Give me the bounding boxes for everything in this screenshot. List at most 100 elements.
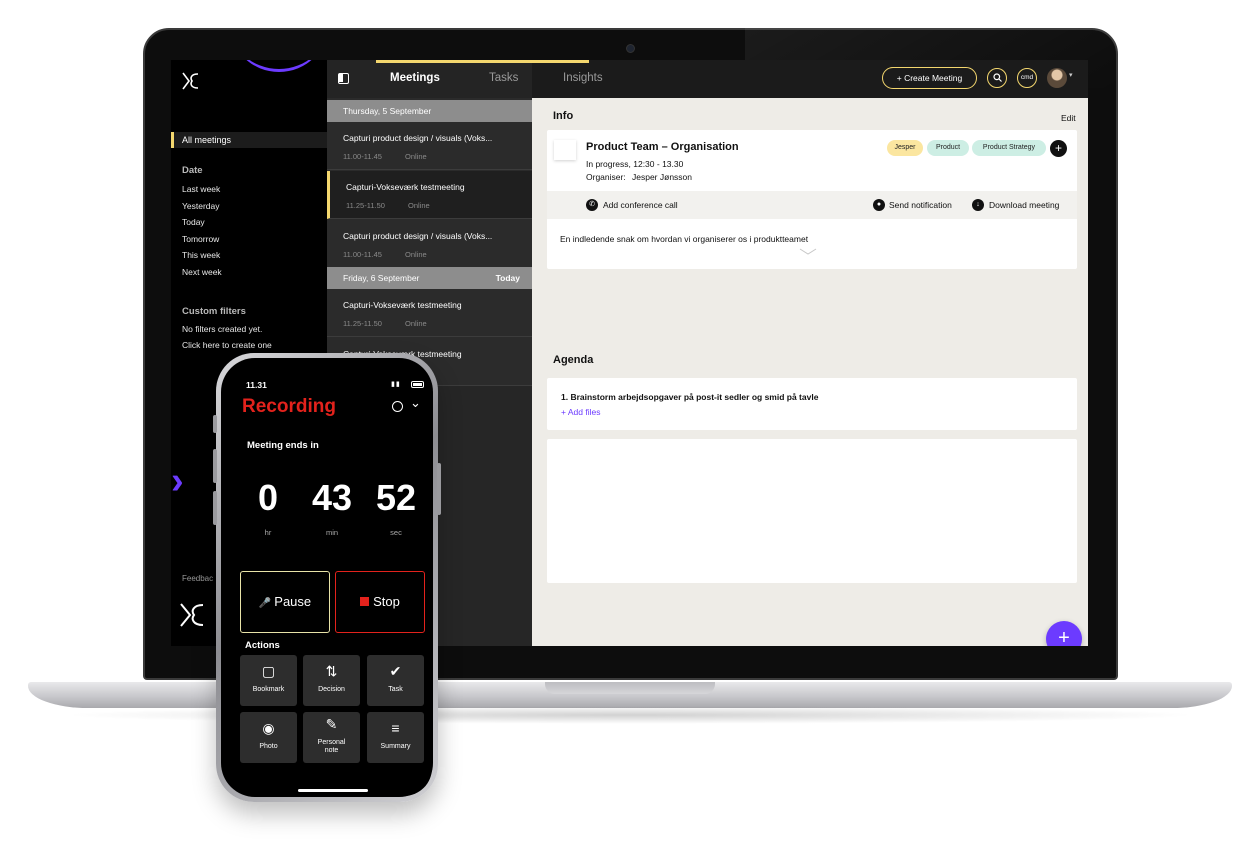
hours-unit: hr	[264, 528, 272, 537]
meeting-location: Online	[408, 201, 430, 210]
meeting-item[interactable]: Capturi product design / visuals (Voks..…	[327, 122, 532, 170]
create-filter-link[interactable]: Click here to create one	[182, 340, 272, 350]
tab-tasks[interactable]: Tasks	[489, 72, 518, 84]
bell-icon: ●	[873, 199, 885, 211]
decision-button[interactable]: ⇅ Decision	[303, 655, 360, 706]
chevron-down-icon[interactable]: ▾	[1069, 71, 1073, 79]
chevron-down-icon[interactable]	[799, 248, 817, 256]
filter-this-week[interactable]: This week	[182, 250, 220, 260]
seconds-unit: sec	[390, 528, 402, 537]
decision-label: Decision	[318, 686, 345, 693]
tag-product[interactable]: Product	[927, 140, 969, 156]
create-meeting-button[interactable]: + Create Meeting	[882, 67, 977, 89]
feedback-link[interactable]: Feedbac	[182, 574, 213, 583]
broadcast-icon[interactable]	[392, 401, 403, 412]
meeting-time: 11.25-11.50	[343, 319, 382, 328]
meeting-item-selected[interactable]: Capturi-Vokseværk testmeeting 11.25-11.5…	[327, 171, 532, 219]
search-button[interactable]	[987, 68, 1007, 88]
pencil-icon: ✎	[325, 716, 338, 732]
meeting-location: Online	[405, 319, 427, 328]
tag-jesper[interactable]: Jesper	[887, 140, 923, 156]
filter-last-week[interactable]: Last week	[182, 184, 220, 194]
check-circle-icon: ✔	[389, 663, 402, 679]
meeting-title: Capturi product design / visuals (Voks..…	[343, 133, 493, 143]
pause-button[interactable]: 🎤 Pause	[240, 571, 330, 633]
chevron-down-icon[interactable]: ⌄	[410, 395, 421, 411]
today-badge: Today	[495, 273, 520, 283]
filter-next-week[interactable]: Next week	[182, 267, 222, 277]
meeting-description: En indledende snak om hvordan vi organis…	[560, 234, 809, 244]
personal-note-button[interactable]: ✎ Personal note	[303, 712, 360, 763]
no-filters-text: No filters created yet.	[182, 324, 263, 334]
avatar[interactable]	[1047, 68, 1067, 88]
phone: 11.31 ▮▮ Recording ⌄ Meeting ends in 0 4…	[213, 353, 441, 802]
stop-button[interactable]: Stop	[335, 571, 425, 633]
bookmark-button[interactable]: ▢ Bookmark	[240, 655, 297, 706]
agenda-item[interactable]: 1. Brainstorm arbejdsopgaver på post-it …	[561, 392, 818, 402]
download-meeting[interactable]: Download meeting	[989, 200, 1059, 210]
chevron-right-icon[interactable]: ›	[171, 462, 184, 500]
task-button[interactable]: ✔ Task	[367, 655, 424, 706]
photo-button[interactable]: ◉ Photo	[240, 712, 297, 763]
tab-insights[interactable]: Insights	[563, 72, 603, 84]
cmd-button[interactable]: cmd	[1017, 68, 1037, 88]
sidebar-item-all-meetings[interactable]: All meetings	[171, 132, 327, 148]
filter-today[interactable]: Today	[182, 217, 205, 227]
stop-icon	[360, 597, 370, 606]
agenda-section-title: Agenda	[553, 354, 594, 366]
phone-screen: 11.31 ▮▮ Recording ⌄ Meeting ends in 0 4…	[232, 369, 432, 796]
personal-note-label: Personal note	[317, 739, 346, 754]
meeting-time: 11.00-11.45	[343, 250, 382, 259]
decorative-arc	[229, 60, 329, 72]
tab-underline	[376, 60, 458, 63]
edit-link[interactable]: Edit	[1061, 113, 1076, 123]
phone-bezel: 11.31 ▮▮ Recording ⌄ Meeting ends in 0 4…	[221, 358, 433, 797]
meeting-ends-label: Meeting ends in	[247, 440, 319, 451]
tag-product-strategy[interactable]: Product Strategy	[972, 140, 1046, 156]
organiser-label: Organiser:	[586, 172, 626, 182]
sidebar-toggle-icon[interactable]	[338, 73, 349, 84]
add-files-link[interactable]: + Add files	[561, 407, 600, 417]
stage: All meetings Date Last week Yesterday To…	[0, 0, 1260, 850]
volume-up-button	[213, 449, 217, 483]
send-notification[interactable]: Send notification	[889, 200, 952, 210]
add-conference-call[interactable]: Add conference call	[603, 200, 678, 210]
filter-tomorrow[interactable]: Tomorrow	[182, 234, 219, 244]
notes-card[interactable]	[547, 439, 1077, 583]
mic-off-icon: 🎤	[258, 598, 272, 609]
meeting-item[interactable]: Capturi product design / visuals (Voks..…	[327, 220, 532, 268]
bookmark-icon: ▢	[261, 663, 276, 679]
task-label: Task	[388, 686, 403, 693]
add-fab-button[interactable]: +	[1046, 621, 1082, 646]
filter-yesterday[interactable]: Yesterday	[182, 201, 220, 211]
photo-label: Photo	[259, 743, 278, 750]
volume-down-button	[213, 491, 217, 525]
camera-icon: ◉	[262, 720, 275, 736]
battery-icon	[411, 381, 424, 388]
custom-filters-title: Custom filters	[182, 306, 246, 317]
organiser-name: Jesper Jønsson	[632, 172, 692, 182]
actions-label: Actions	[245, 640, 280, 651]
meeting-item[interactable]: Capturi-Vokseværk testmeeting 11.25-11.5…	[327, 289, 532, 337]
list-icon: ≡	[391, 720, 400, 736]
meeting-title: Capturi-Vokseværk testmeeting	[346, 182, 465, 192]
meeting-status: In progress, 12:30 - 13.30	[586, 159, 684, 169]
meeting-location: Online	[405, 152, 427, 161]
countdown-hours: 0	[257, 477, 279, 518]
active-tab-indicator	[458, 60, 589, 63]
date-section-title: Date	[182, 165, 203, 176]
tab-meetings[interactable]: Meetings	[390, 72, 440, 84]
meeting-title: Capturi product design / visuals (Voks..…	[343, 231, 493, 241]
minutes-unit: min	[325, 528, 339, 537]
day-header: Thursday, 5 September	[327, 100, 532, 122]
capturi-logo-icon[interactable]	[181, 70, 201, 92]
add-tag-button[interactable]: +	[1050, 140, 1067, 157]
meeting-title: Product Team – Organisation	[586, 141, 739, 153]
day-header: Friday, 6 September Today	[327, 267, 532, 289]
capturi-logo-icon	[180, 603, 204, 627]
signal-icon: ▮▮	[391, 381, 401, 388]
meeting-time: 11.00-11.45	[343, 152, 382, 161]
summary-button[interactable]: ≡ Summary	[367, 712, 424, 763]
power-button	[437, 463, 441, 515]
home-indicator	[298, 789, 368, 792]
